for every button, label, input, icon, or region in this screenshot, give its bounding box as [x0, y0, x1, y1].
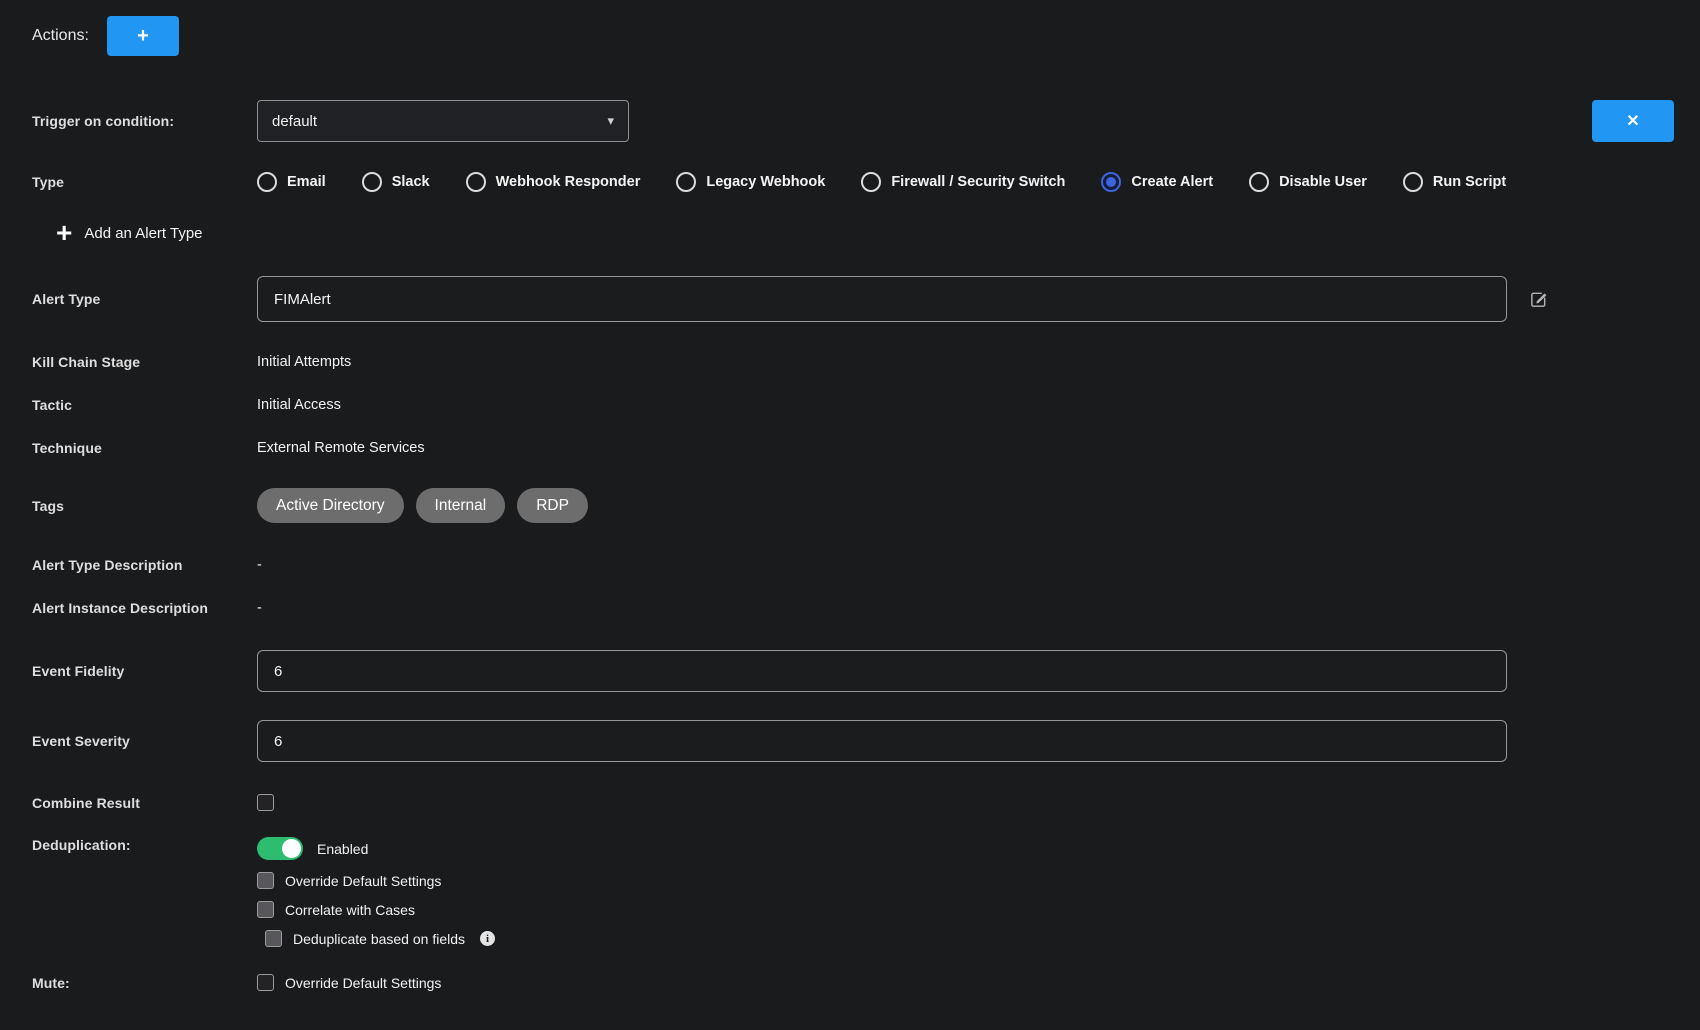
tag-pill: Internal [416, 488, 506, 523]
trigger-condition-select[interactable]: default ▾ [257, 100, 629, 142]
override-default-settings-option: Override Default Settings [257, 872, 495, 889]
kill-chain-stage-label: Kill Chain Stage [32, 354, 257, 370]
mute-label: Mute: [32, 975, 257, 991]
alert-instance-description-value: - [257, 600, 262, 616]
alert-type-label: Alert Type [32, 291, 257, 307]
radio-label: Run Script [1433, 174, 1506, 190]
radio-legacy-webhook[interactable]: Legacy Webhook [676, 172, 825, 192]
technique-label: Technique [32, 440, 257, 456]
event-severity-input[interactable] [257, 720, 1507, 762]
remove-action-button[interactable]: ✕ [1592, 100, 1674, 142]
tags-label: Tags [32, 498, 257, 514]
trigger-selected-value: default [272, 113, 317, 130]
mute-override-checkbox[interactable] [257, 974, 274, 991]
alert-type-description-row: Alert Type Description - [32, 557, 1700, 573]
radio-label: Webhook Responder [496, 174, 641, 190]
plus-icon: + [56, 220, 72, 246]
radio-label: Disable User [1279, 174, 1367, 190]
close-icon: ✕ [1626, 111, 1639, 131]
radio-icon [861, 172, 881, 192]
tag-list: Active Directory Internal RDP [257, 488, 588, 523]
chevron-down-icon: ▾ [607, 113, 614, 129]
edit-icon[interactable] [1529, 290, 1548, 309]
type-row: Type Email Slack Webhook Responder Legac… [32, 172, 1700, 192]
add-alert-type-link[interactable]: + Add an Alert Type [32, 220, 1700, 246]
add-action-button[interactable]: + [107, 16, 179, 56]
alert-instance-description-row: Alert Instance Description - [32, 600, 1700, 616]
plus-icon: + [137, 25, 149, 48]
alert-type-description-label: Alert Type Description [32, 557, 257, 573]
combine-result-row: Combine Result [32, 794, 1700, 811]
deduplication-content: Enabled Override Default Settings Correl… [257, 837, 495, 947]
deduplication-row: Deduplication: Enabled Override Default … [32, 837, 1700, 947]
kill-chain-stage-row: Kill Chain Stage Initial Attempts [32, 354, 1700, 370]
radio-run-script[interactable]: Run Script [1403, 172, 1506, 192]
radio-icon [257, 172, 277, 192]
tactic-label: Tactic [32, 397, 257, 413]
radio-email[interactable]: Email [257, 172, 326, 192]
radio-create-alert[interactable]: Create Alert [1101, 172, 1213, 192]
combine-result-label: Combine Result [32, 795, 257, 811]
deduplication-toggle[interactable] [257, 837, 303, 860]
alert-type-input[interactable] [257, 276, 1507, 322]
radio-label: Email [287, 174, 326, 190]
radio-label: Slack [392, 174, 430, 190]
alert-type-description-value: - [257, 557, 262, 573]
kill-chain-stage-value: Initial Attempts [257, 354, 351, 370]
technique-row: Technique External Remote Services [32, 440, 1700, 456]
radio-icon [676, 172, 696, 192]
alert-type-row: Alert Type [32, 276, 1700, 322]
radio-disable-user[interactable]: Disable User [1249, 172, 1367, 192]
actions-label: Actions: [32, 27, 89, 45]
checkbox-label: Correlate with Cases [285, 902, 415, 918]
info-icon[interactable]: i [480, 931, 495, 946]
correlate-with-cases-option: Correlate with Cases [257, 901, 495, 918]
action-type-radio-group: Email Slack Webhook Responder Legacy Web… [257, 172, 1506, 192]
radio-label: Create Alert [1131, 174, 1213, 190]
checkbox-label: Deduplicate based on fields [293, 931, 465, 947]
technique-value: External Remote Services [257, 440, 425, 456]
event-fidelity-row: Event Fidelity [32, 650, 1700, 692]
alert-instance-description-label: Alert Instance Description [32, 600, 257, 616]
radio-icon [466, 172, 486, 192]
radio-icon [1403, 172, 1423, 192]
radio-label: Firewall / Security Switch [891, 174, 1065, 190]
event-fidelity-label: Event Fidelity [32, 663, 257, 679]
radio-icon [1249, 172, 1269, 192]
mute-row: Mute: Override Default Settings [32, 974, 1700, 991]
radio-icon [362, 172, 382, 192]
override-default-settings-checkbox[interactable] [257, 872, 274, 889]
correlate-with-cases-checkbox[interactable] [257, 901, 274, 918]
add-alert-type-label: Add an Alert Type [84, 225, 202, 242]
trigger-row: Trigger on condition: default ▾ [32, 100, 1700, 142]
checkbox-label: Override Default Settings [285, 873, 441, 889]
deduplication-toggle-label: Enabled [317, 841, 368, 857]
trigger-label: Trigger on condition: [32, 113, 257, 129]
actions-header: Actions: + [32, 16, 1700, 56]
mute-checkbox-label: Override Default Settings [285, 975, 441, 991]
tag-pill: RDP [517, 488, 588, 523]
tactic-value: Initial Access [257, 397, 341, 413]
combine-result-checkbox[interactable] [257, 794, 274, 811]
tags-row: Tags Active Directory Internal RDP [32, 488, 1700, 523]
radio-icon [1101, 172, 1121, 192]
tactic-row: Tactic Initial Access [32, 397, 1700, 413]
radio-label: Legacy Webhook [706, 174, 825, 190]
deduplication-toggle-row: Enabled [257, 837, 495, 860]
deduplicate-based-on-fields-checkbox[interactable] [265, 930, 282, 947]
event-fidelity-input[interactable] [257, 650, 1507, 692]
radio-firewall-security-switch[interactable]: Firewall / Security Switch [861, 172, 1065, 192]
event-severity-label: Event Severity [32, 733, 257, 749]
deduplicate-based-on-fields-option: Deduplicate based on fields i [257, 930, 495, 947]
deduplication-label: Deduplication: [32, 837, 257, 853]
toggle-knob [282, 839, 301, 858]
tag-pill: Active Directory [257, 488, 404, 523]
radio-webhook-responder[interactable]: Webhook Responder [466, 172, 641, 192]
radio-slack[interactable]: Slack [362, 172, 430, 192]
event-severity-row: Event Severity [32, 720, 1700, 762]
mute-content: Override Default Settings [257, 974, 441, 991]
alert-action-panel: Actions: + Trigger on condition: default… [0, 0, 1700, 1030]
type-label: Type [32, 174, 257, 190]
